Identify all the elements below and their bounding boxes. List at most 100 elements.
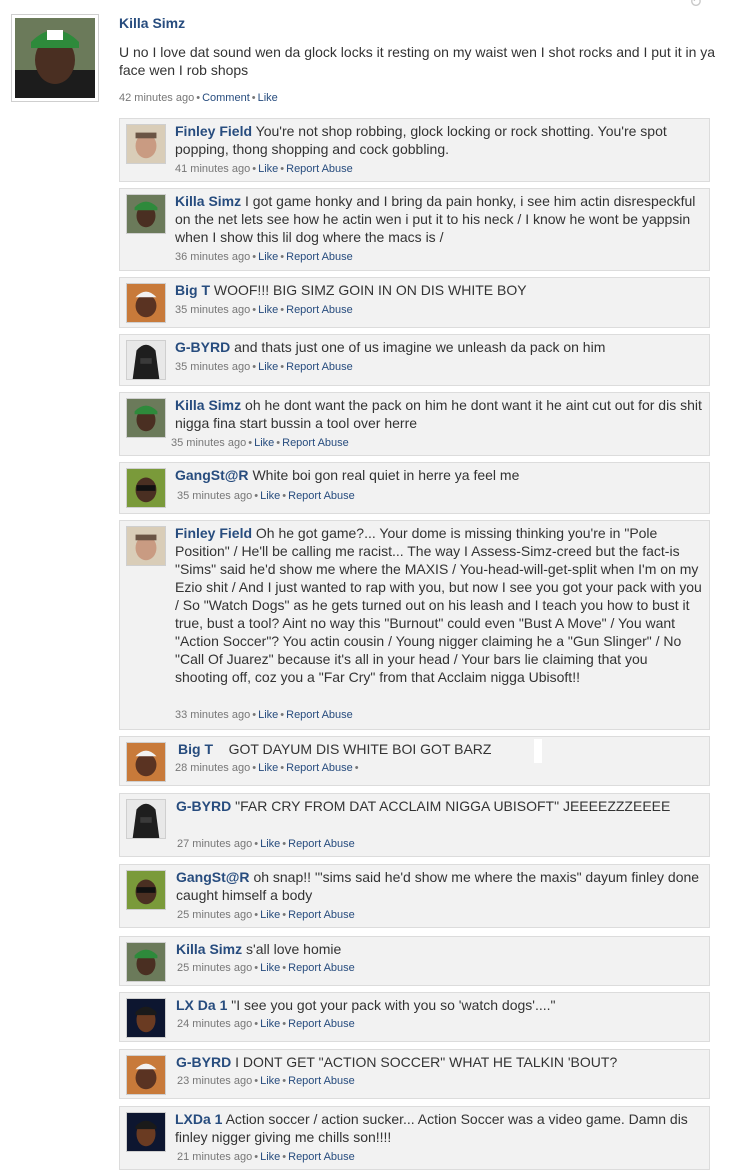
report-abuse-link[interactable]: Report Abuse bbox=[286, 251, 353, 263]
comment-text: oh he dont want the pack on him he dont … bbox=[175, 397, 702, 431]
comment-timestamp: 23 minutes ago bbox=[177, 1075, 253, 1087]
comment-meta: 25 minutes ago • Like • Report Abuse bbox=[177, 909, 355, 921]
post-like-link[interactable]: Like bbox=[258, 92, 278, 104]
comment-author[interactable]: Finley Field bbox=[175, 123, 252, 139]
comment-meta: 23 minutes ago • Like • Report Abuse bbox=[177, 1075, 355, 1087]
comment-meta: 27 minutes ago • Like • Report Abuse bbox=[177, 838, 355, 850]
comment-text: Oh he got game?... Your dome is missing … bbox=[175, 525, 702, 685]
killa-avatar[interactable] bbox=[126, 398, 166, 438]
comment-like-link[interactable]: Like bbox=[258, 762, 278, 774]
comment-text: GOT DAYUM DIS WHITE BOI GOT BARZ bbox=[228, 741, 492, 757]
report-abuse-link[interactable]: Report Abuse bbox=[286, 163, 353, 175]
report-abuse-link[interactable]: Report Abuse bbox=[286, 709, 353, 721]
comment-text: oh snap!! '"sims said he'd show me where… bbox=[176, 869, 700, 903]
comment-timestamp: 25 minutes ago bbox=[177, 962, 253, 974]
report-abuse-link[interactable]: Report Abuse bbox=[288, 838, 355, 850]
comment-item: G-BYRD and thats just one of us imagine … bbox=[119, 334, 710, 386]
comment-text: and thats just one of us imagine we unle… bbox=[234, 339, 606, 355]
report-abuse-link[interactable]: Report Abuse bbox=[288, 490, 355, 502]
comment-timestamp: 21 minutes ago bbox=[177, 1151, 253, 1163]
report-abuse-link[interactable]: Report Abuse bbox=[286, 762, 353, 774]
gbyrd-avatar[interactable] bbox=[126, 799, 166, 839]
comment-item: Killa Simz I got game honky and I bring … bbox=[119, 188, 710, 271]
post-author-name[interactable]: Killa Simz bbox=[119, 15, 185, 31]
comment-text: Action soccer / action sucker... Action … bbox=[175, 1111, 688, 1145]
comment-like-link[interactable]: Like bbox=[258, 304, 278, 316]
comment-item: LXDa 1 Action soccer / action sucker... … bbox=[119, 1106, 710, 1170]
comment-like-link[interactable]: Like bbox=[260, 909, 280, 921]
comment-like-link[interactable]: Like bbox=[258, 163, 278, 175]
comment-meta: 33 minutes ago • Like • Report Abuse bbox=[175, 709, 353, 721]
comment-meta: 21 minutes ago • Like • Report Abuse bbox=[177, 1151, 355, 1163]
post-author-avatar[interactable] bbox=[11, 14, 99, 102]
bigt-avatar[interactable] bbox=[126, 283, 166, 323]
comment-like-link[interactable]: Like bbox=[260, 1151, 280, 1163]
finley-avatar[interactable] bbox=[126, 124, 166, 164]
lx-avatar[interactable] bbox=[126, 998, 166, 1038]
comment-like-link[interactable]: Like bbox=[258, 251, 278, 263]
comment-author[interactable]: Finley Field bbox=[175, 525, 252, 541]
report-abuse-link[interactable]: Report Abuse bbox=[288, 1075, 355, 1087]
report-abuse-link[interactable]: Report Abuse bbox=[288, 1018, 355, 1030]
comment-like-link[interactable]: Like bbox=[260, 1075, 280, 1087]
bigt-avatar[interactable] bbox=[126, 1055, 166, 1095]
comment-timestamp: 35 minutes ago bbox=[177, 490, 253, 502]
comment-meta: 35 minutes ago • Like • Report Abuse bbox=[177, 490, 355, 502]
comment-timestamp: 28 minutes ago bbox=[175, 762, 251, 774]
comment-author[interactable]: Killa Simz bbox=[175, 397, 241, 413]
comment-author[interactable]: GangSt@R bbox=[175, 467, 249, 483]
comment-item: GangSt@R White boi gon real quiet in her… bbox=[119, 462, 710, 514]
killa-avatar[interactable] bbox=[126, 194, 166, 234]
comment-like-link[interactable]: Like bbox=[258, 709, 278, 721]
comment-meta: 25 minutes ago • Like • Report Abuse bbox=[177, 962, 355, 974]
comment-item: Big T GOT DAYUM DIS WHITE BOI GOT BARZ 2… bbox=[119, 736, 710, 786]
finley-avatar[interactable] bbox=[126, 526, 166, 566]
gangstar-avatar[interactable] bbox=[126, 870, 166, 910]
comment-timestamp: 33 minutes ago bbox=[175, 709, 251, 721]
report-abuse-link[interactable]: Report Abuse bbox=[282, 437, 349, 449]
report-abuse-link[interactable]: Report Abuse bbox=[288, 1151, 355, 1163]
comment-item: Finley Field You're not shop robbing, gl… bbox=[119, 118, 710, 182]
comment-text: I got game honky and I bring da pain hon… bbox=[175, 193, 696, 245]
comment-timestamp: 41 minutes ago bbox=[175, 163, 251, 175]
report-abuse-link[interactable]: Report Abuse bbox=[286, 304, 353, 316]
report-abuse-link[interactable]: Report Abuse bbox=[286, 361, 353, 373]
comment-meta: 35 minutes ago • Like • Report Abuse bbox=[175, 304, 353, 316]
comment-like-link[interactable]: Like bbox=[258, 361, 278, 373]
comment-author[interactable]: G-BYRD bbox=[175, 339, 230, 355]
comment-item: Killa Simz s'all love homie 25 minutes a… bbox=[119, 936, 710, 986]
killa-avatar[interactable] bbox=[126, 942, 166, 982]
comment-like-link[interactable]: Like bbox=[260, 490, 280, 502]
report-abuse-link[interactable]: Report Abuse bbox=[288, 909, 355, 921]
comment-timestamp: 35 minutes ago bbox=[171, 437, 247, 449]
comment-author[interactable]: LXDa 1 bbox=[175, 1111, 222, 1127]
comment-like-link[interactable]: Like bbox=[260, 838, 280, 850]
lx-avatar[interactable] bbox=[126, 1112, 166, 1152]
comment-author[interactable]: Killa Simz bbox=[175, 193, 241, 209]
comment-meta: 28 minutes ago • Like • Report Abuse • bbox=[175, 762, 359, 774]
comment-timestamp: 36 minutes ago bbox=[175, 251, 251, 263]
comment-author[interactable]: Big T bbox=[178, 741, 213, 757]
comment-timestamp: 35 minutes ago bbox=[175, 304, 251, 316]
post-timestamp: 42 minutes ago bbox=[119, 92, 195, 104]
bigt-avatar[interactable] bbox=[126, 742, 166, 782]
gangstar-avatar[interactable] bbox=[126, 468, 166, 508]
comment-author[interactable]: Killa Simz bbox=[176, 941, 242, 957]
comment-item: G-BYRD I DONT GET "ACTION SOCCER" WHAT H… bbox=[119, 1049, 710, 1099]
comment-like-link[interactable]: Like bbox=[260, 1018, 280, 1030]
comment-text: s'all love homie bbox=[246, 941, 342, 957]
comment-author[interactable]: Big T bbox=[175, 282, 210, 298]
comment-item: LX Da 1 "I see you got your pack with yo… bbox=[119, 992, 710, 1042]
comment-meta: 41 minutes ago • Like • Report Abuse bbox=[175, 163, 353, 175]
comment-author[interactable]: GangSt@R bbox=[176, 869, 250, 885]
comment-item: Killa Simz oh he dont want the pack on h… bbox=[119, 392, 710, 456]
comment-like-link[interactable]: Like bbox=[260, 962, 280, 974]
report-abuse-link[interactable]: Report Abuse bbox=[288, 962, 355, 974]
comment-author[interactable]: LX Da 1 bbox=[176, 997, 227, 1013]
comment-like-link[interactable]: Like bbox=[254, 437, 274, 449]
comment-meta: 24 minutes ago • Like • Report Abuse bbox=[177, 1018, 355, 1030]
comment-author[interactable]: G-BYRD bbox=[176, 1054, 231, 1070]
gbyrd-avatar[interactable] bbox=[126, 340, 166, 380]
post-comment-link[interactable]: Comment bbox=[202, 92, 250, 104]
comment-author[interactable]: G-BYRD bbox=[176, 798, 231, 814]
